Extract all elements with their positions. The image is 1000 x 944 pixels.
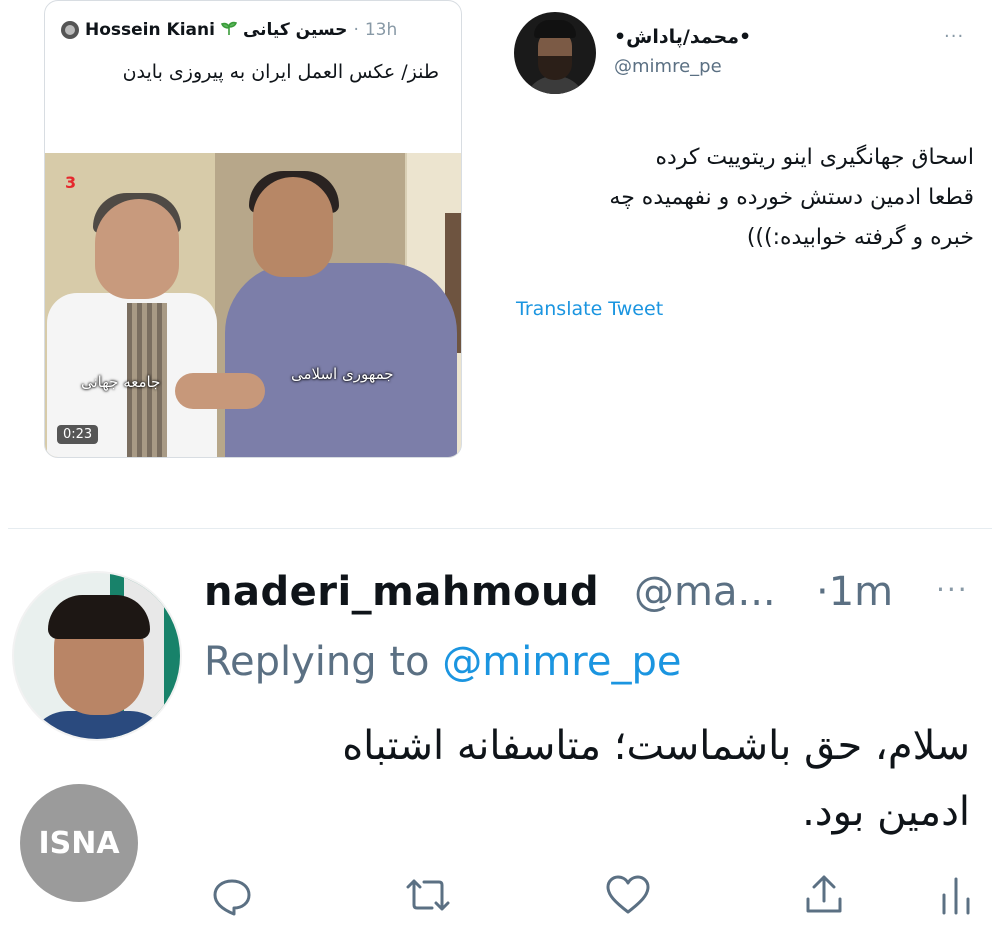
analytics-icon bbox=[939, 873, 973, 921]
tweet-text-line: اسحاق جهانگیری اینو ریتوییت کرده bbox=[655, 145, 975, 170]
quoted-tweet-time[interactable]: 13h bbox=[365, 20, 397, 40]
analytics-button[interactable] bbox=[928, 869, 984, 925]
retweet-button[interactable] bbox=[400, 869, 456, 925]
like-button[interactable] bbox=[600, 869, 656, 925]
quoted-author-name[interactable]: Hossein Kiani bbox=[85, 20, 215, 40]
translate-tweet-link[interactable]: Translate Tweet bbox=[516, 298, 663, 320]
quoted-author-name-fa[interactable]: حسین کیانی bbox=[243, 20, 348, 40]
video-player[interactable]: 3 جامعه جهانی جمهوری اسلامی 0:23 bbox=[45, 153, 461, 457]
heart-icon bbox=[605, 874, 651, 920]
quoted-tweet-card[interactable]: Hossein Kiani حسین کیانی · 13h طنز/ عکس … bbox=[44, 0, 462, 458]
replying-to: Replying to @mimre_pe bbox=[204, 639, 681, 685]
avatar-hat bbox=[534, 20, 576, 38]
avatar-shirt bbox=[28, 711, 170, 739]
separator-dot: · bbox=[353, 20, 359, 40]
quoted-tweet-header: Hossein Kiani حسین کیانی · 13h bbox=[61, 17, 397, 43]
retweet-icon bbox=[404, 873, 452, 921]
tweet-text: اسحاق جهانگیری اینو ریتوییت کرده قطعا اد… bbox=[514, 138, 974, 258]
more-options-icon[interactable]: ··· bbox=[936, 573, 969, 606]
video-person-right-head bbox=[253, 177, 333, 277]
author-name[interactable]: naderi_mahmoud bbox=[204, 569, 599, 615]
tweet-text-line: سلام، حق باشماست؛ متاسفانه اشتباه bbox=[342, 723, 970, 769]
tweet-actions bbox=[204, 869, 984, 925]
share-icon bbox=[803, 873, 845, 921]
reply-icon bbox=[210, 873, 254, 921]
video-person-arm bbox=[175, 373, 265, 409]
isna-watermark-logo: ISNA bbox=[20, 784, 138, 902]
tweet-mimre[interactable]: •محمد/پاداش• @mimre_pe ··· اسحاق جهانگیر… bbox=[504, 0, 1000, 340]
sprout-icon bbox=[220, 20, 237, 40]
tweet-naderi[interactable]: naderi_mahmoud @ma... ·1m ··· Replying t… bbox=[8, 528, 992, 944]
screenshot-collage: Hossein Kiani حسین کیانی · 13h طنز/ عکس … bbox=[0, 0, 1000, 944]
author-handle[interactable]: @ma... bbox=[634, 569, 776, 615]
emblem-icon bbox=[61, 21, 79, 39]
tweet-time[interactable]: ·1m bbox=[816, 569, 893, 615]
more-options-icon[interactable]: ··· bbox=[944, 26, 964, 47]
share-button[interactable] bbox=[796, 869, 852, 925]
video-caption-left: جامعه جهانی bbox=[81, 373, 161, 391]
avatar-beard bbox=[538, 56, 572, 80]
tweet-text-line: قطعا ادمین دستش خورده و نفهمیده چه bbox=[609, 185, 974, 210]
video-caption-right: جمهوری اسلامی bbox=[291, 365, 394, 383]
video-person-right-shirt bbox=[225, 263, 457, 457]
channel-logo: 3 bbox=[65, 173, 77, 192]
avatar[interactable] bbox=[514, 12, 596, 94]
replying-to-handle[interactable]: @mimre_pe bbox=[442, 639, 681, 685]
tweet-text-line: خبره و گرفته خوابیده:))) bbox=[746, 225, 974, 250]
video-duration-badge: 0:23 bbox=[57, 425, 99, 444]
author-name[interactable]: •محمد/پاداش• bbox=[614, 26, 751, 48]
avatar-hair bbox=[48, 595, 150, 639]
avatar[interactable] bbox=[12, 571, 182, 741]
reply-button[interactable] bbox=[204, 869, 260, 925]
tweet-text: سلام، حق باشماست؛ متاسفانه اشتباه ادمین … bbox=[210, 713, 970, 845]
author-handle[interactable]: @mimre_pe bbox=[614, 56, 722, 77]
tweet-text-line: ادمین بود. bbox=[802, 789, 970, 835]
quoted-tweet-text: طنز/ عکس العمل ایران به پیروزی بایدن bbox=[122, 61, 439, 83]
video-person-left-head bbox=[95, 199, 179, 299]
replying-to-label: Replying to bbox=[204, 639, 430, 685]
